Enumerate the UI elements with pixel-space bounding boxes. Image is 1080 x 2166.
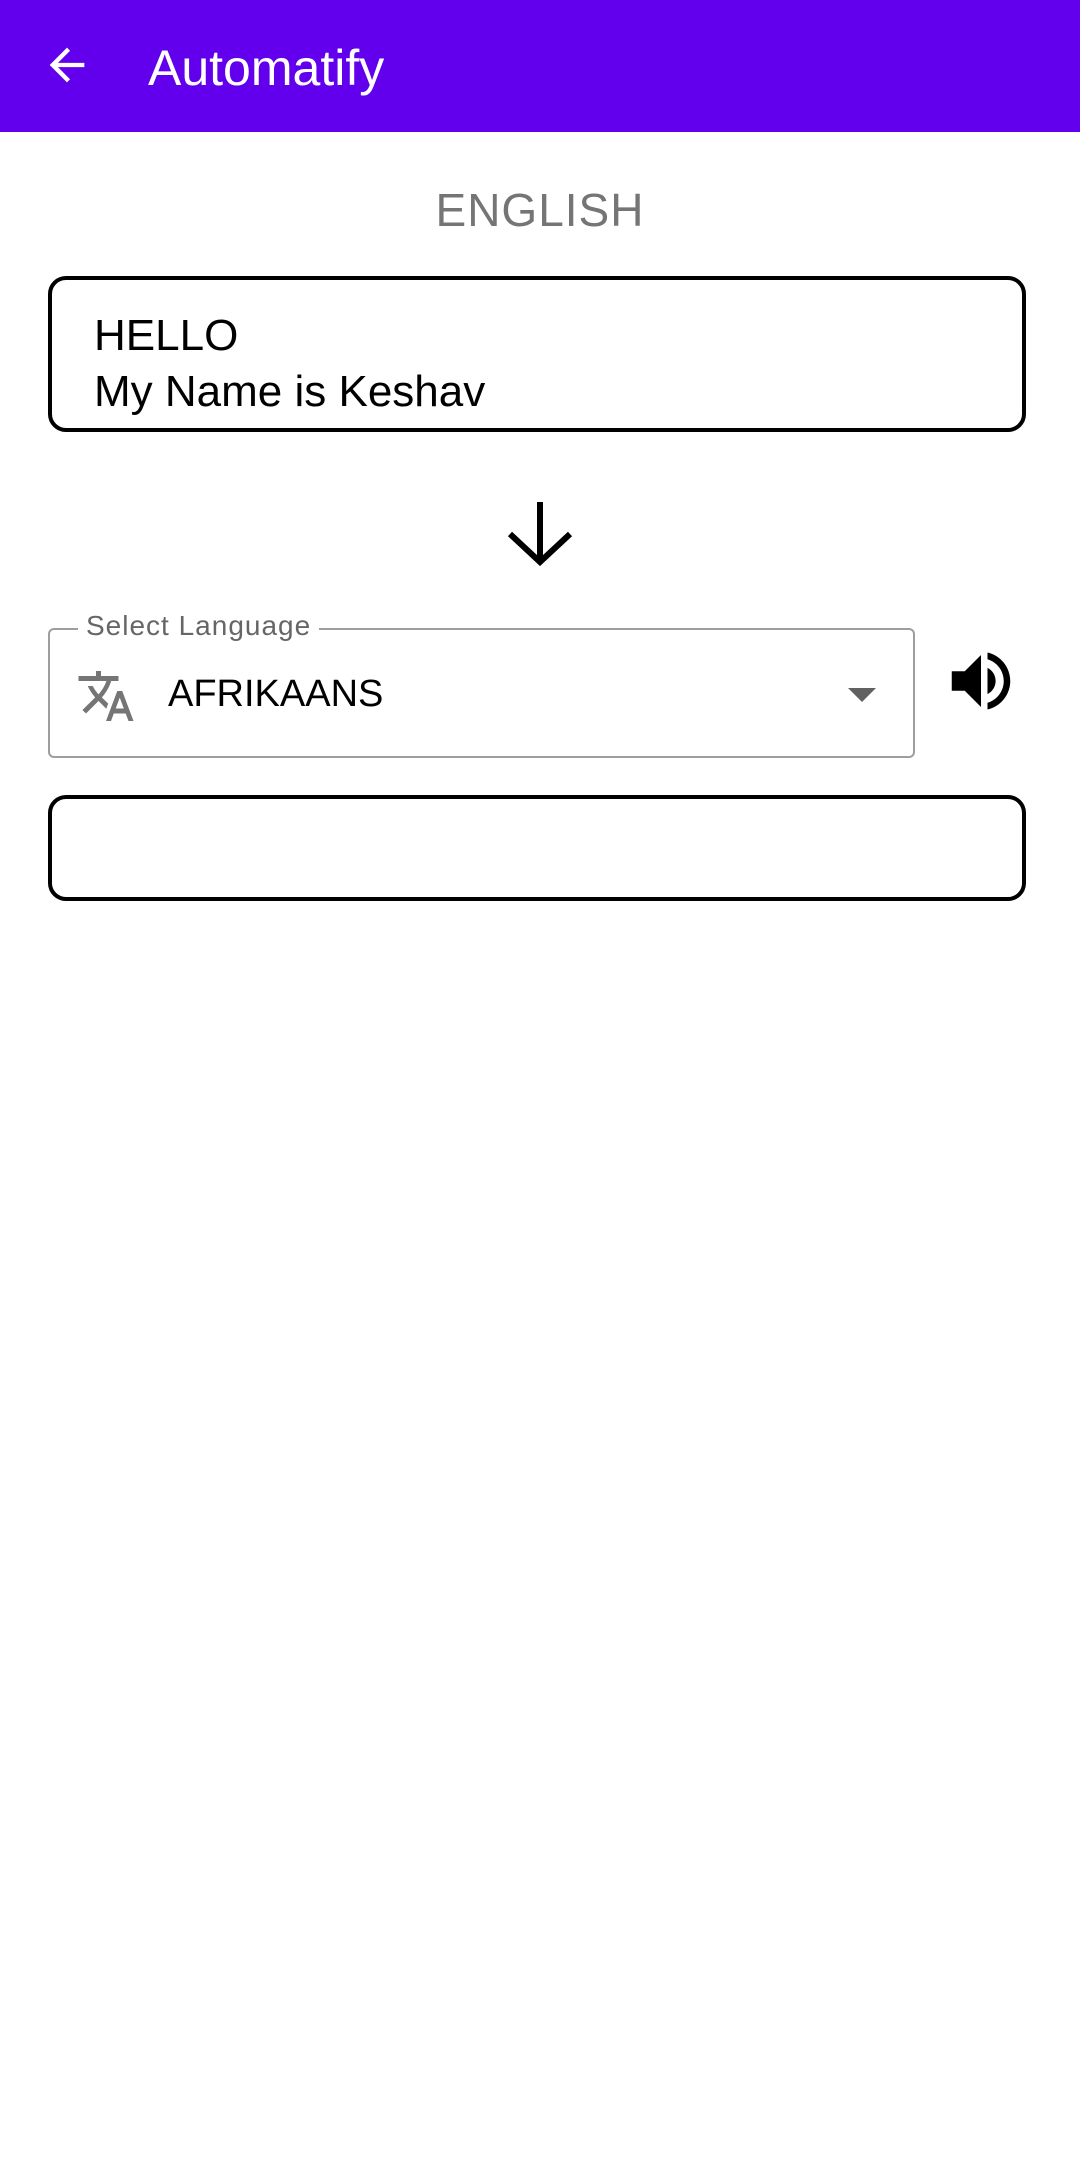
translate-icon: [78, 671, 134, 721]
source-text-line: HELLO: [94, 311, 239, 360]
volume-up-icon[interactable]: [942, 642, 1020, 720]
source-text-input[interactable]: HELLO My Name is Keshav: [48, 276, 1026, 432]
language-select[interactable]: Select Language AFRIKAANS: [48, 608, 915, 758]
dropdown-caret-icon: [848, 688, 876, 702]
translated-text-output[interactable]: [48, 795, 1026, 901]
source-language-label: ENGLISH: [435, 184, 645, 236]
select-language-label: Select Language: [78, 608, 320, 644]
arrow-down-icon: [507, 502, 573, 566]
app-title: Automatify: [148, 40, 385, 96]
selected-language: AFRIKAANS: [168, 673, 384, 715]
arrow-back-icon: [49, 47, 85, 83]
app-bar: Automatify: [0, 0, 1080, 132]
back-button[interactable]: [30, 28, 104, 102]
source-text-line: My Name is Keshav: [94, 367, 486, 416]
